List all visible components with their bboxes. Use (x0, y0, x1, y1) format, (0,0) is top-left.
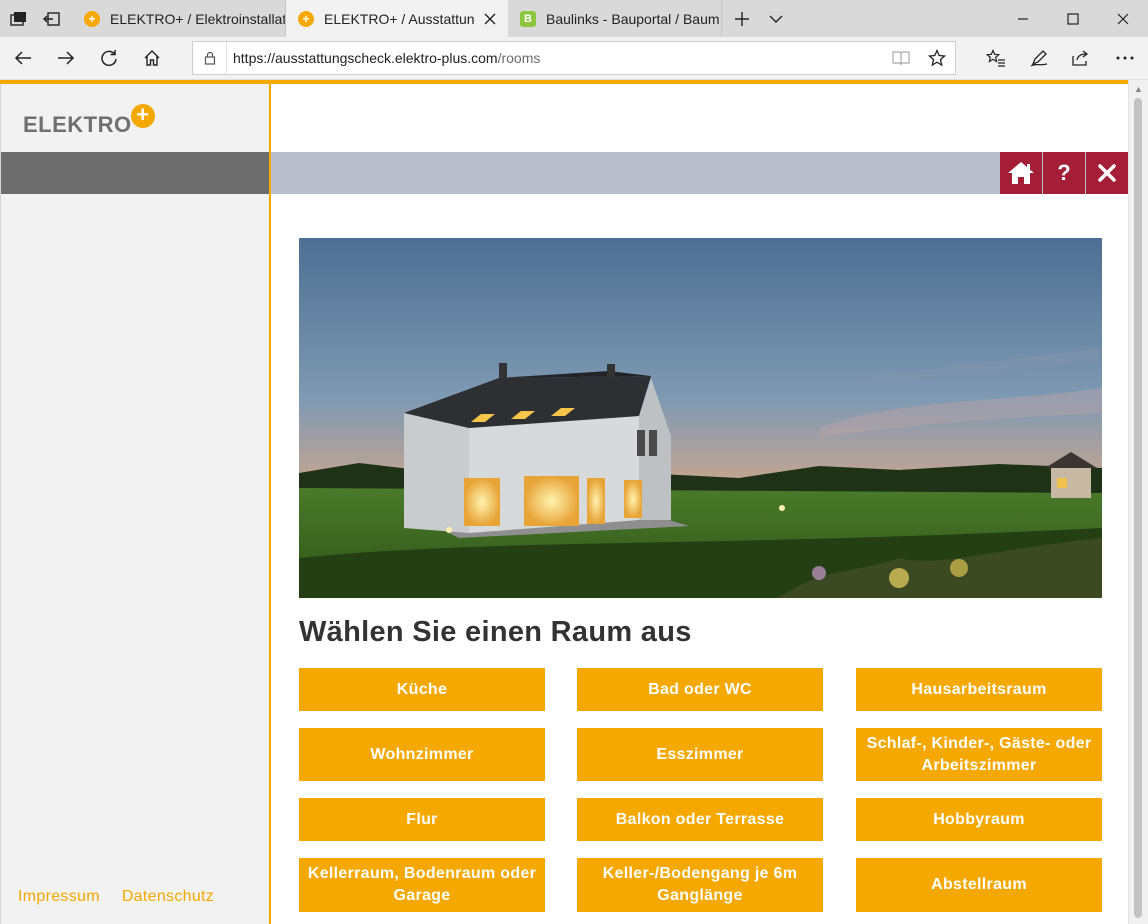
sidebar-footer: Impressum Datenschutz (18, 888, 214, 906)
logo-plus-icon: + (130, 104, 155, 128)
tab-baulinks[interactable]: B Baulinks - Bauportal / Baum (508, 0, 722, 37)
room-button-keller-bodengang[interactable]: Keller-/Bodengang je 6m Ganglänge (577, 858, 823, 912)
house-at-dusk-illustration (299, 238, 1102, 598)
tab-title: ELEKTRO+ / Elektroinstallati (110, 10, 285, 27)
page-viewport: ELEKTRO + Impressum Datenschutz ? Wählen… (0, 80, 1148, 924)
tab-title: Baulinks - Bauportal / Baum (546, 10, 720, 27)
minimize-window-icon[interactable] (998, 0, 1048, 37)
tab-preview-chevron-down-icon[interactable] (764, 7, 788, 31)
baulinks-favicon-icon: B (520, 10, 536, 27)
room-button-balkon-oder-terrasse[interactable]: Balkon oder Terrasse (577, 798, 823, 841)
url-host: https://ausstattungscheck.elektro-plus.c… (233, 50, 498, 66)
elektro-plus-favicon-icon: + (298, 10, 314, 27)
back-arrow-icon[interactable] (8, 44, 38, 72)
room-button-abstellraum[interactable]: Abstellraum (856, 858, 1102, 912)
web-note-pen-icon[interactable] (1024, 44, 1054, 72)
room-button-kellerraum-bodenraum-garage[interactable]: Kellerraum, Bodenraum oder Garage (299, 858, 545, 912)
room-button-hausarbeitsraum[interactable]: Hausarbeitsraum (856, 668, 1102, 711)
room-button-flur[interactable]: Flur (299, 798, 545, 841)
maximize-window-icon[interactable] (1048, 0, 1098, 37)
set-tabs-aside-icon[interactable] (40, 7, 64, 31)
scroll-up-arrow-icon[interactable]: ▲ (1134, 84, 1143, 94)
logo-text: ELEKTRO (23, 112, 132, 137)
browser-tab-strip: + ELEKTRO+ / Elektroinstallati + ELEKTRO… (0, 0, 1148, 37)
url-path: /rooms (497, 50, 541, 66)
tab-elektro-installation[interactable]: + ELEKTRO+ / Elektroinstallati (72, 0, 286, 37)
help-button[interactable]: ? (1043, 152, 1085, 194)
room-button-esszimmer[interactable]: Esszimmer (577, 728, 823, 781)
room-button-kueche[interactable]: Küche (299, 668, 545, 711)
close-button[interactable] (1086, 152, 1128, 194)
room-button-wohnzimmer[interactable]: Wohnzimmer (299, 728, 545, 781)
elektro-plus-logo[interactable]: ELEKTRO + (23, 104, 155, 138)
lock-icon[interactable] (193, 42, 227, 74)
url-text[interactable]: https://ausstattungscheck.elektro-plus.c… (227, 50, 883, 66)
close-icon (1098, 164, 1116, 182)
browser-navigation-bar: https://ausstattungscheck.elektro-plus.c… (0, 37, 1148, 80)
main-content: ? Wählen Sie einen Raum aus Küche Bad od… (271, 84, 1128, 924)
forward-arrow-icon[interactable] (51, 44, 81, 72)
impressum-link[interactable]: Impressum (18, 888, 100, 906)
sidebar-dark-bar (1, 152, 270, 194)
sidebar: ELEKTRO + Impressum Datenschutz (0, 84, 270, 924)
new-tab-icon[interactable] (730, 7, 754, 31)
reading-view-icon[interactable] (883, 42, 919, 74)
home-icon[interactable] (137, 44, 167, 72)
hero-house-image (299, 238, 1102, 598)
page-title: Wählen Sie einen Raum aus (299, 616, 692, 648)
close-window-icon[interactable] (1098, 0, 1148, 37)
help-question-icon: ? (1057, 160, 1071, 185)
tab-title: ELEKTRO+ / Ausstattun (324, 10, 475, 27)
tab-actions-icon[interactable] (6, 7, 30, 31)
datenschutz-link[interactable]: Datenschutz (122, 888, 214, 906)
close-tab-icon[interactable] (478, 7, 502, 31)
home-icon (1008, 162, 1034, 184)
home-button[interactable] (1000, 152, 1042, 194)
share-icon[interactable] (1066, 44, 1096, 72)
address-bar[interactable]: https://ausstattungscheck.elektro-plus.c… (192, 41, 956, 75)
favorite-star-icon[interactable] (919, 42, 955, 74)
vertical-scrollbar[interactable]: ▲ (1128, 80, 1148, 924)
elektro-plus-favicon-icon: + (84, 10, 100, 27)
more-menu-icon[interactable] (1110, 44, 1140, 72)
refresh-icon[interactable] (94, 44, 124, 72)
tab-ausstattungscheck[interactable]: + ELEKTRO+ / Ausstattun (286, 0, 508, 37)
scrollbar-thumb[interactable] (1134, 98, 1142, 918)
room-button-schlaf-kinder-gaeste-arbeitszimmer[interactable]: Schlaf-, Kinder-, Gäste- oder Arbeitszim… (856, 728, 1102, 781)
room-button-hobbyraum[interactable]: Hobbyraum (856, 798, 1102, 841)
room-button-bad-oder-wc[interactable]: Bad oder WC (577, 668, 823, 711)
favorites-list-icon[interactable] (981, 44, 1011, 72)
